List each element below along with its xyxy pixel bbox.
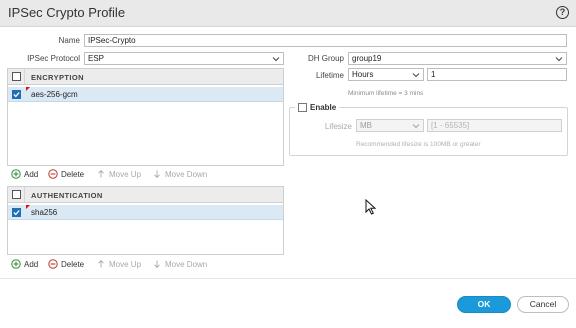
dh-group-select[interactable]: group19 (348, 52, 567, 65)
column-divider (24, 187, 25, 202)
encryption-select-all-checkbox[interactable] (12, 72, 21, 81)
lifetime-unit-select[interactable]: Hours (348, 68, 424, 81)
encryption-delete-button[interactable]: Delete (48, 167, 84, 181)
dh-group-label: DH Group (307, 54, 344, 63)
protocol-value: ESP (88, 54, 105, 63)
delete-circle-icon (48, 169, 58, 179)
name-input[interactable]: IPSec-Crypto (84, 34, 567, 47)
add-label: Add (24, 259, 39, 269)
lifetime-unit-value: Hours (352, 70, 374, 79)
table-row[interactable]: sha256 (8, 205, 283, 220)
mouse-cursor-icon (365, 199, 377, 215)
lifetime-label: Lifetime (315, 71, 344, 80)
protocol-select[interactable]: ESP (84, 52, 284, 65)
chevron-down-icon (272, 55, 280, 63)
footer-divider (0, 278, 576, 279)
lifesize-unit-value: MB (360, 121, 372, 130)
enable-legend: Enable (295, 102, 340, 113)
chevron-down-icon (412, 122, 420, 130)
authentication-select-all-checkbox[interactable] (12, 190, 21, 199)
authentication-move-down-button[interactable]: Move Down (152, 257, 207, 271)
arrow-up-icon (96, 259, 106, 269)
lifesize-hint: Recommended lifesize is 100MB or greater (356, 141, 481, 148)
move-up-label: Move Up (109, 169, 142, 179)
authentication-header-label: AUTHENTICATION (31, 191, 103, 200)
column-divider (24, 69, 25, 84)
lifetime-hint: Minimum lifetime = 3 mins (348, 90, 424, 97)
row-checkbox[interactable] (12, 90, 21, 99)
encryption-table: ENCRYPTION aes-256-gcm (7, 68, 284, 166)
lifetime-value-input[interactable]: 1 (427, 68, 567, 81)
arrow-up-icon (96, 169, 106, 179)
lifesize-value-input[interactable]: [1 - 65535] (427, 119, 562, 132)
authentication-add-button[interactable]: Add (11, 257, 38, 271)
lifesize-label: Lifesize (324, 122, 352, 131)
help-icon[interactable]: ? (556, 6, 569, 19)
delete-circle-icon (48, 259, 58, 269)
add-label: Add (24, 169, 39, 179)
row-checkbox[interactable] (12, 208, 21, 217)
chevron-down-icon (555, 55, 563, 63)
dh-group-value: group19 (352, 54, 382, 63)
encryption-header-label: ENCRYPTION (31, 73, 84, 82)
dialog-title: IPSec Crypto Profile (8, 5, 126, 20)
authentication-move-up-button[interactable]: Move Up (96, 257, 141, 271)
add-circle-icon (11, 259, 21, 269)
move-down-label: Move Down (165, 169, 208, 179)
cancel-button[interactable]: Cancel (517, 296, 569, 313)
arrow-down-icon (152, 259, 162, 269)
chevron-down-icon (412, 71, 420, 79)
authentication-toolbar: Add Delete Move Up Move Down (11, 257, 284, 271)
modified-marker (26, 87, 30, 91)
name-label: Name (58, 36, 80, 45)
table-row[interactable]: aes-256-gcm (8, 87, 283, 102)
encryption-move-down-button[interactable]: Move Down (152, 167, 207, 181)
authentication-table: AUTHENTICATION sha256 (7, 186, 284, 255)
ok-button[interactable]: OK (457, 296, 511, 313)
encryption-add-button[interactable]: Add (11, 167, 38, 181)
move-up-label: Move Up (109, 259, 142, 269)
enable-label: Enable (310, 103, 337, 112)
protocol-label: IPSec Protocol (27, 54, 80, 63)
move-down-label: Move Down (165, 259, 208, 269)
modified-marker (26, 205, 30, 209)
delete-label: Delete (61, 169, 85, 179)
add-circle-icon (11, 169, 21, 179)
encryption-header: ENCRYPTION (8, 69, 283, 85)
dialog-titlebar: IPSec Crypto Profile ? (0, 0, 576, 27)
delete-label: Delete (61, 259, 85, 269)
authentication-header: AUTHENTICATION (8, 187, 283, 203)
encryption-move-up-button[interactable]: Move Up (96, 167, 141, 181)
arrow-down-icon (152, 169, 162, 179)
enable-checkbox[interactable] (298, 103, 307, 112)
encryption-toolbar: Add Delete Move Up Move Down (11, 167, 284, 181)
lifesize-unit-select[interactable]: MB (356, 119, 424, 132)
encryption-row-label: aes-256-gcm (31, 90, 78, 99)
authentication-delete-button[interactable]: Delete (48, 257, 84, 271)
authentication-row-label: sha256 (31, 208, 58, 217)
